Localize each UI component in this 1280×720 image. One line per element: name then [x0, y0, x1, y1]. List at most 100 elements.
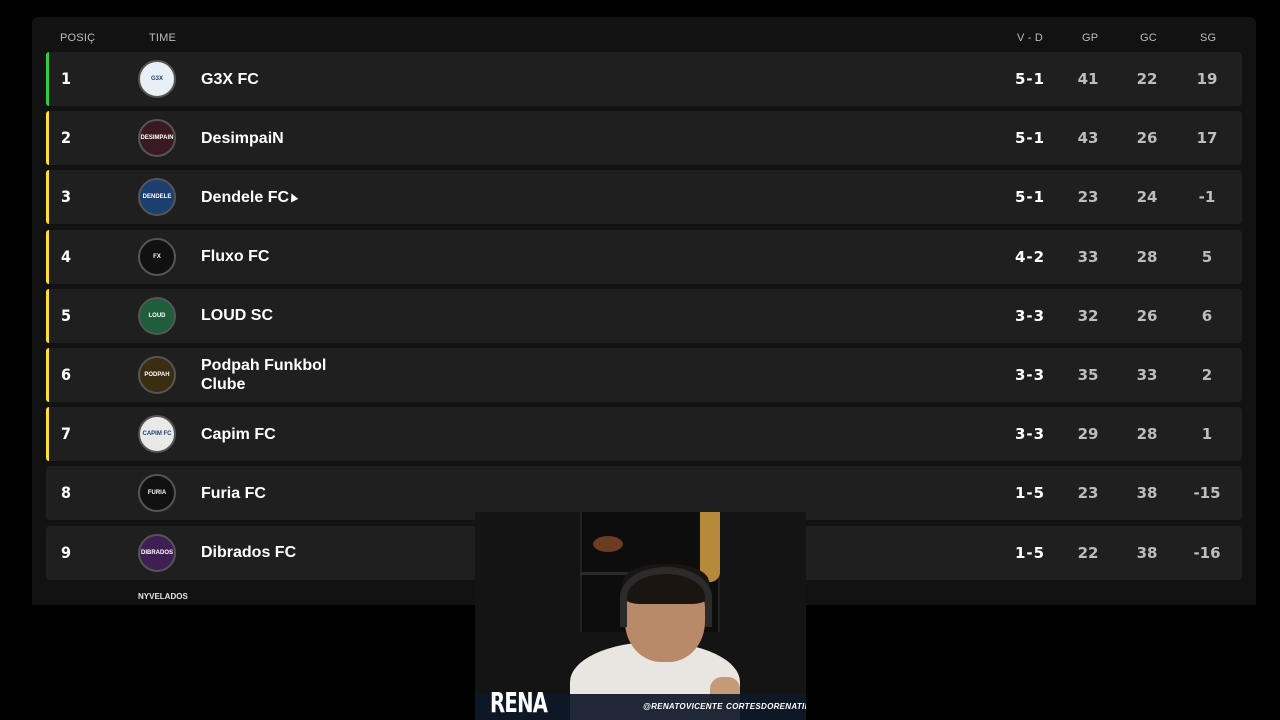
team-logo-text: DESIMPAIN: [140, 135, 174, 142]
row-goals-for: 43: [1077, 129, 1099, 148]
team-logo: DENDELE: [138, 178, 176, 217]
row-record: 3-3: [1014, 306, 1046, 325]
row-record: 3-3: [1014, 425, 1046, 444]
row-goal-diff: -15: [1193, 484, 1221, 503]
row-goals-for: 32: [1077, 306, 1099, 325]
header-goal-diff: SG: [1200, 32, 1217, 44]
row-goal-diff: -16: [1193, 543, 1221, 562]
team-logo-text: PODPAH: [144, 371, 170, 378]
row-record: 5-1: [1014, 188, 1046, 207]
row-team-name: LOUD SC: [201, 307, 273, 325]
table-row[interactable]: 3 DENDELE Dendele FC 5-1 23 24 -1: [46, 170, 1242, 225]
row-team-name: G3X FC: [201, 70, 259, 88]
qualification-marker: [46, 52, 49, 106]
table-row[interactable]: 2 DESIMPAIN DesimpaiN 5-1 43 26 17: [46, 111, 1242, 166]
row-goals-against: 24: [1136, 188, 1158, 207]
row-record: 1-5: [1014, 484, 1046, 503]
row-goal-diff: 17: [1196, 129, 1218, 148]
team-logo-text: DENDELE: [142, 194, 172, 201]
webcam-overlay: RENA @RENATOVICENTE CORTESDORENATIN: [475, 512, 806, 720]
webcam-handle-1: @RENATOVICENTE: [643, 702, 723, 711]
table-row[interactable]: 7 CAPIM FC Capim FC 3-3 29 28 1: [46, 407, 1242, 462]
row-position: 2: [61, 128, 72, 148]
row-team-name: DesimpaiN: [201, 129, 284, 147]
webcam-handle-2: CORTESDORENATIN: [726, 702, 806, 711]
team-logo-text: FURIA: [147, 490, 167, 497]
row-position: 4: [61, 246, 72, 266]
webcam-brand: RENA: [490, 686, 548, 719]
table-header: POSIÇ TIME V - D GP GC SG: [32, 17, 1256, 53]
header-goals-for: GP: [1082, 32, 1099, 44]
table-row[interactable]: 1 G3X G3X FC 5-1 41 22 19: [46, 52, 1242, 106]
row-position: 1: [61, 69, 72, 88]
team-logo-text: DIBRADOS: [140, 549, 173, 556]
header-record: V - D: [1017, 32, 1044, 44]
row-goal-diff: 6: [1201, 306, 1213, 325]
row-goals-against: 33: [1136, 365, 1158, 384]
row-goals-for: 41: [1077, 70, 1099, 88]
headphones-icon: [620, 567, 712, 627]
table-row[interactable]: 5 LOUD LOUD SC 3-3 32 26 6: [46, 288, 1242, 343]
row-goals-against: 38: [1136, 543, 1158, 562]
row-goal-diff: -1: [1198, 188, 1216, 207]
qualification-marker: [46, 407, 49, 462]
row-goal-diff: 19: [1196, 70, 1218, 88]
football-decoration: [593, 536, 623, 552]
team-logo: DESIMPAIN: [138, 119, 176, 158]
qualification-marker: [46, 111, 49, 166]
team-logo-text: CAPIM FC: [142, 431, 172, 438]
row-position: 6: [61, 364, 72, 384]
team-logo: DIBRADOS: [138, 533, 176, 572]
row-position: 9: [61, 542, 72, 562]
row-position: 5: [61, 305, 72, 325]
header-team: TIME: [149, 32, 177, 44]
row-goals-for: 23: [1077, 188, 1099, 207]
row-goals-against: 28: [1136, 247, 1158, 266]
row-position: 8: [61, 483, 72, 503]
header-position: POSIÇ: [60, 32, 96, 44]
row-record: 3-3: [1014, 365, 1046, 384]
row-goals-against: 26: [1136, 306, 1158, 325]
team-logo-partial: NYVELADOS: [138, 592, 188, 601]
table-row[interactable]: 6 PODPAH Podpah Funkbol Clube 3-3 35 33 …: [46, 347, 1242, 402]
team-logo-text: G3X: [150, 76, 163, 82]
row-goals-for: 23: [1077, 484, 1099, 503]
row-goals-against: 22: [1136, 70, 1158, 88]
row-goals-for: 29: [1077, 425, 1099, 444]
row-team-name: Capim FC: [201, 425, 276, 443]
row-goals-against: 28: [1136, 425, 1158, 444]
team-logo: FX: [138, 237, 176, 276]
table-row[interactable]: 4 FX Fluxo FC 4-2 33 28 5: [46, 229, 1242, 284]
row-goal-diff: 2: [1201, 365, 1213, 384]
row-goals-for: 22: [1077, 543, 1099, 562]
row-record: 1-5: [1014, 543, 1046, 562]
standings-rows: 1 G3X G3X FC 5-1 41 22 19 2 DESIMPAIN De…: [46, 52, 1242, 585]
row-goals-against: 26: [1136, 129, 1158, 148]
row-goals-for: 35: [1077, 365, 1099, 384]
qualification-marker: [46, 288, 49, 343]
row-team-name: Fluxo FC: [201, 248, 270, 266]
team-logo: CAPIM FC: [138, 415, 176, 454]
row-record: 4-2: [1014, 247, 1046, 266]
row-team-name: Podpah Funkbol Clube: [201, 356, 327, 393]
team-logo: PODPAH: [138, 355, 176, 394]
row-goal-diff: 5: [1201, 247, 1213, 266]
header-goals-against: GC: [1140, 32, 1157, 44]
team-logo: LOUD: [138, 296, 176, 335]
qualification-marker: [46, 347, 49, 402]
row-position: 7: [61, 424, 72, 444]
row-goals-for: 33: [1077, 247, 1099, 266]
row-record: 5-1: [1014, 70, 1046, 88]
team-logo: G3X: [138, 60, 176, 98]
row-record: 5-1: [1014, 129, 1046, 148]
row-team-name: Dendele FC: [201, 188, 290, 206]
qualification-marker: [46, 229, 49, 284]
qualification-marker: [46, 170, 49, 225]
row-goals-against: 38: [1136, 484, 1158, 503]
row-goal-diff: 1: [1201, 425, 1213, 444]
row-team-name: Dibrados FC: [201, 544, 297, 561]
row-position: 3: [61, 187, 72, 207]
team-logo: FURIA: [138, 474, 176, 513]
row-team-name: Furia FC: [201, 484, 266, 502]
team-logo-text: FX: [153, 253, 161, 260]
